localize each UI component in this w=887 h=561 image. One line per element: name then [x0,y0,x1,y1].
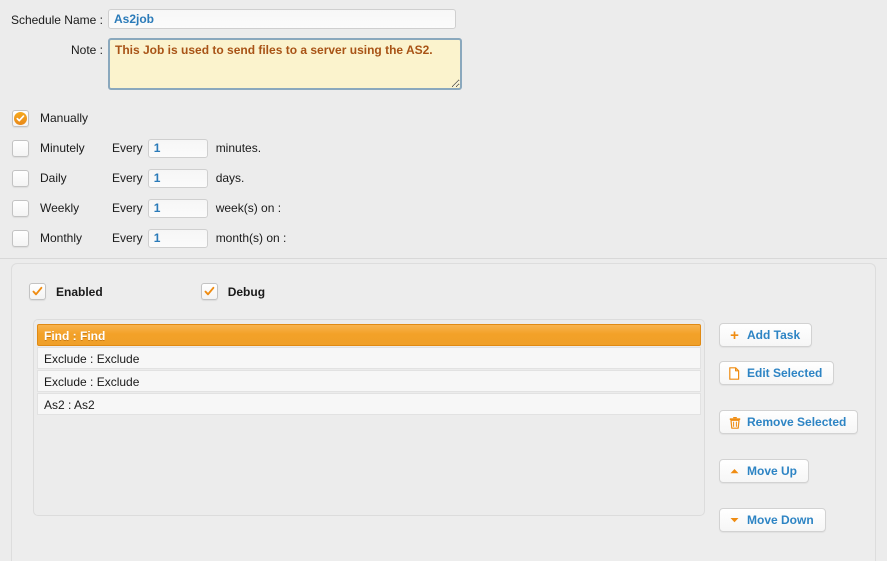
check-icon [204,286,215,297]
edit-selected-button[interactable]: Edit Selected [719,361,835,385]
checkbox-debug[interactable] [200,283,218,300]
daily-interval-input[interactable] [147,168,208,188]
schedule-option-monthly[interactable]: Monthly Every month(s) on : [12,223,887,253]
every-label: Every [112,171,143,185]
task-list-item[interactable]: As2 : As2 [37,393,701,415]
every-label: Every [112,231,143,245]
move-up-label: Move Up [747,464,798,478]
triangle-down-icon [728,516,741,524]
schedule-option-label: Monthly [40,231,83,245]
enabled-label: Enabled [56,284,103,299]
task-action-buttons: + Add Task Edit Selected Remove Selected… [705,319,859,546]
schedule-option-label: Weekly [40,201,80,215]
debug-label: Debug [227,284,266,299]
note-label: Note : [70,43,103,57]
section-divider [0,258,887,259]
every-label: Every [112,201,143,215]
document-icon [728,366,741,380]
task-list-item[interactable]: Exclude : Exclude [37,347,701,369]
add-task-button[interactable]: + Add Task [719,323,813,347]
add-task-wrap: + Add Task [719,323,858,347]
edit-selected-label: Edit Selected [747,366,823,380]
task-list[interactable]: Find : Find Exclude : Exclude Exclude : … [33,319,705,516]
note-textarea[interactable]: This Job is used to send files to a serv… [108,38,462,90]
enabled-option[interactable]: Enabled [29,283,103,300]
radio-checked-icon [14,111,27,125]
move-up-wrap: Move Up [719,459,858,483]
schedule-option-label: Daily [40,171,67,185]
schedule-form: Schedule Name : Note : This Job is used … [0,0,887,90]
debug-option[interactable]: Debug [200,283,266,300]
radio-minutely[interactable] [12,139,29,157]
schedule-option-manually[interactable]: Manually [12,103,887,133]
every-label: Every [112,141,143,155]
checkbox-enabled[interactable] [29,283,46,300]
radio-manually[interactable] [12,109,29,127]
minutely-interval-input[interactable] [147,138,208,158]
weekly-interval-input[interactable] [147,198,208,218]
trash-icon [728,416,741,429]
radio-daily[interactable] [12,169,29,187]
unit-label: minutes. [215,141,262,155]
unit-label: days. [215,171,245,185]
task-panel: Enabled Debug Find : Find Exclude : Excl… [11,263,876,561]
move-down-button[interactable]: Move Down [719,508,826,532]
note-row: Note : This Job is used to send files to… [0,38,887,90]
task-list-item[interactable]: Find : Find [37,324,701,346]
plus-icon: + [730,326,739,344]
schedule-option-label: Minutely [40,141,85,155]
unit-label: month(s) on : [215,231,287,245]
move-up-button[interactable]: Move Up [719,459,810,483]
task-list-item[interactable]: Exclude : Exclude [37,370,701,392]
remove-selected-label: Remove Selected [747,415,847,429]
check-icon [32,286,43,297]
schedule-option-label: Manually [40,111,89,125]
schedule-name-row: Schedule Name : [0,9,887,31]
remove-selected-button[interactable]: Remove Selected [719,410,859,434]
schedule-option-daily[interactable]: Daily Every days. [12,163,887,193]
add-task-label: Add Task [747,328,801,342]
triangle-up-icon [728,467,741,475]
task-area: Find : Find Exclude : Exclude Exclude : … [12,300,875,546]
unit-label: week(s) on : [215,201,282,215]
radio-monthly[interactable] [12,229,29,247]
panel-options: Enabled Debug [12,264,875,300]
schedule-option-weekly[interactable]: Weekly Every week(s) on : [12,193,887,223]
move-down-label: Move Down [747,513,814,527]
edit-selected-wrap: Edit Selected [719,361,858,385]
radio-weekly[interactable] [12,199,29,217]
remove-selected-wrap: Remove Selected [719,410,859,434]
monthly-interval-input[interactable] [147,228,208,248]
move-down-wrap: Move Down [719,508,858,532]
schedule-name-label: Schedule Name : [10,13,103,27]
schedule-option-minutely[interactable]: Minutely Every minutes. [12,133,887,163]
schedule-frequency-list: Manually Minutely Every minutes. Daily E… [0,103,887,253]
schedule-name-input[interactable] [108,9,456,29]
